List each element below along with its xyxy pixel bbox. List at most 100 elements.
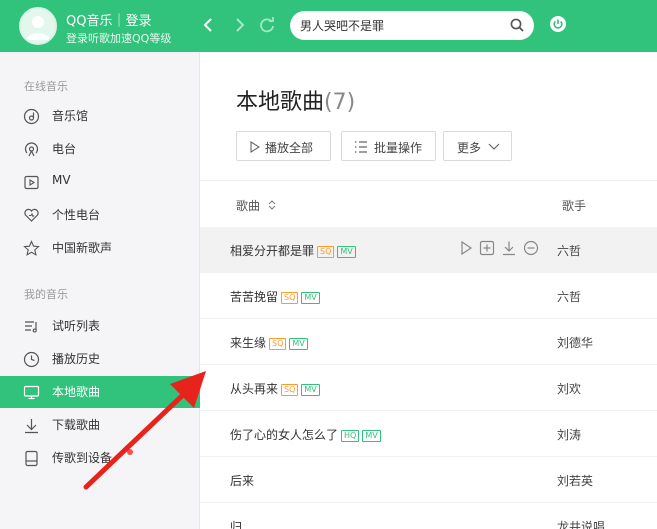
playlist-icon bbox=[25, 321, 37, 333]
sq-badge: SQ bbox=[269, 338, 287, 350]
main-panel: 本地歌曲(7) 播放全部 批量操作 更多 歌曲 歌手 相爱分开都是罪 SQ MV 六… bbox=[200, 52, 657, 529]
table-row[interactable]: 后来 刘若英 bbox=[200, 457, 657, 503]
search-input[interactable] bbox=[300, 15, 500, 36]
song-title-cell: 苦苦挽留 SQ MV bbox=[230, 288, 320, 305]
page-title-text: 本地歌曲 bbox=[236, 90, 325, 115]
sq-badge: SQ bbox=[317, 246, 335, 258]
table-row[interactable]: 相爱分开都是罪 SQ MV 六哲 bbox=[200, 227, 657, 273]
table-row[interactable]: 伤了心的女人怎么了 HQ MV 刘涛 bbox=[200, 411, 657, 457]
singer-cell[interactable]: 刘涛 bbox=[557, 426, 581, 443]
singer-cell[interactable]: 刘德华 bbox=[557, 334, 593, 351]
batch-operation-label: 批量操作 bbox=[374, 141, 423, 155]
sidebar-item-label: 个性电台 bbox=[52, 208, 101, 222]
song-title-cell: 伤了心的女人怎么了 HQ MV bbox=[230, 426, 381, 443]
sort-icon[interactable] bbox=[268, 200, 276, 210]
column-header-song-label: 歌曲 bbox=[236, 199, 261, 213]
song-title: 从头再来 bbox=[230, 382, 279, 396]
chevron-left-icon[interactable] bbox=[198, 14, 220, 36]
sq-badge: SQ bbox=[281, 292, 299, 304]
song-title: 后来 bbox=[230, 474, 255, 488]
song-title: 相爱分开都是罪 bbox=[230, 244, 315, 258]
sidebar-item-music-hall[interactable]: 音乐馆 bbox=[0, 100, 200, 132]
top-bar: QQ音乐｜登录 登录听歌加速QQ等级 bbox=[0, 0, 657, 52]
page-title: 本地歌曲(7) bbox=[236, 84, 355, 116]
song-title: 归 bbox=[230, 520, 243, 529]
sidebar-item-label: 试听列表 bbox=[52, 319, 101, 333]
table-row[interactable]: 归 龙井说唱 bbox=[200, 503, 657, 529]
row-actions bbox=[459, 240, 545, 260]
section-title-my-music: 我的音乐 bbox=[24, 288, 68, 301]
device-icon bbox=[25, 450, 38, 467]
singer-cell[interactable]: 六哲 bbox=[557, 242, 581, 259]
divider bbox=[200, 180, 657, 181]
music-hall-icon bbox=[23, 108, 40, 125]
heart-icon bbox=[24, 208, 39, 222]
sq-badge: SQ bbox=[281, 384, 299, 396]
song-title: 来生缘 bbox=[230, 336, 267, 350]
notification-dot bbox=[127, 449, 133, 455]
sidebar: 在线音乐 音乐馆 电台 MV 个性电台 中国新歌声 我的音乐 试听列表 播放历史… bbox=[0, 52, 200, 529]
song-title-cell: 从头再来 SQ MV bbox=[230, 380, 320, 397]
brand-login-link[interactable]: QQ音乐｜登录 bbox=[66, 10, 151, 29]
radio-icon bbox=[24, 142, 39, 157]
singer-cell[interactable]: 刘若英 bbox=[557, 472, 593, 489]
song-title: 苦苦挽留 bbox=[230, 290, 279, 304]
sidebar-item-label: MV bbox=[52, 173, 71, 187]
song-title: 伤了心的女人怎么了 bbox=[230, 428, 339, 442]
login-hint: 登录听歌加速QQ等级 bbox=[66, 32, 172, 45]
play-icon bbox=[250, 141, 260, 153]
sidebar-item-new-voice[interactable]: 中国新歌声 bbox=[0, 232, 200, 264]
download-icon bbox=[25, 419, 38, 434]
hq-badge: HQ bbox=[341, 430, 360, 442]
singer-cell[interactable]: 刘欢 bbox=[557, 380, 581, 397]
play-all-button[interactable]: 播放全部 bbox=[236, 131, 331, 161]
sidebar-item-label: 中国新歌声 bbox=[52, 241, 113, 255]
mv-badge[interactable]: MV bbox=[362, 430, 381, 442]
singer-cell[interactable]: 六哲 bbox=[557, 288, 581, 305]
remove-icon[interactable] bbox=[523, 240, 539, 256]
avatar[interactable] bbox=[19, 7, 57, 45]
more-button[interactable]: 更多 bbox=[443, 131, 512, 161]
sidebar-item-mv[interactable]: MV bbox=[0, 166, 200, 198]
table-row[interactable]: 从头再来 SQ MV 刘欢 bbox=[200, 365, 657, 411]
sidebar-item-label: 电台 bbox=[52, 142, 77, 156]
sidebar-item-trial-list[interactable]: 试听列表 bbox=[0, 310, 200, 342]
song-title-cell: 后来 bbox=[230, 472, 254, 489]
sidebar-item-history[interactable]: 播放历史 bbox=[0, 343, 200, 375]
search-icon[interactable] bbox=[509, 17, 525, 33]
chevron-right-icon[interactable] bbox=[228, 14, 250, 36]
mv-badge[interactable]: MV bbox=[289, 338, 308, 350]
column-header-singer[interactable]: 歌手 bbox=[562, 197, 586, 214]
singer-cell[interactable]: 龙井说唱 bbox=[557, 518, 605, 529]
list-icon bbox=[355, 141, 367, 153]
sidebar-item-local-songs[interactable]: 本地歌曲 bbox=[0, 376, 200, 408]
sidebar-item-transfer-device[interactable]: 传歌到设备 bbox=[0, 442, 200, 474]
batch-operation-button[interactable]: 批量操作 bbox=[341, 131, 436, 161]
mv-badge[interactable]: MV bbox=[301, 292, 320, 304]
play-icon[interactable] bbox=[459, 240, 473, 256]
sidebar-item-radio[interactable]: 电台 bbox=[0, 133, 200, 165]
sidebar-item-label: 音乐馆 bbox=[52, 109, 89, 123]
table-row[interactable]: 来生缘 SQ MV 刘德华 bbox=[200, 319, 657, 365]
sidebar-item-downloads[interactable]: 下载歌曲 bbox=[0, 409, 200, 441]
power-icon[interactable] bbox=[549, 15, 567, 33]
download-icon[interactable] bbox=[501, 240, 517, 256]
star-icon bbox=[23, 240, 40, 256]
song-count: (7) bbox=[324, 90, 356, 115]
add-icon[interactable] bbox=[479, 240, 495, 256]
song-title-cell: 来生缘 SQ MV bbox=[230, 334, 308, 351]
sidebar-item-label: 本地歌曲 bbox=[52, 385, 101, 399]
column-header-song[interactable]: 歌曲 bbox=[236, 197, 276, 214]
song-title-cell: 归 bbox=[230, 518, 242, 529]
sidebar-item-label: 播放历史 bbox=[52, 352, 101, 366]
mv-badge[interactable]: MV bbox=[337, 246, 356, 258]
more-label: 更多 bbox=[457, 141, 482, 155]
mv-icon bbox=[24, 175, 39, 190]
mv-badge[interactable]: MV bbox=[301, 384, 320, 396]
user-icon bbox=[26, 16, 50, 40]
table-row[interactable]: 苦苦挽留 SQ MV 六哲 bbox=[200, 273, 657, 319]
section-title-online: 在线音乐 bbox=[24, 80, 68, 93]
sidebar-item-personal-radio[interactable]: 个性电台 bbox=[0, 199, 200, 231]
search-box[interactable] bbox=[290, 11, 534, 40]
refresh-icon[interactable] bbox=[256, 14, 278, 36]
